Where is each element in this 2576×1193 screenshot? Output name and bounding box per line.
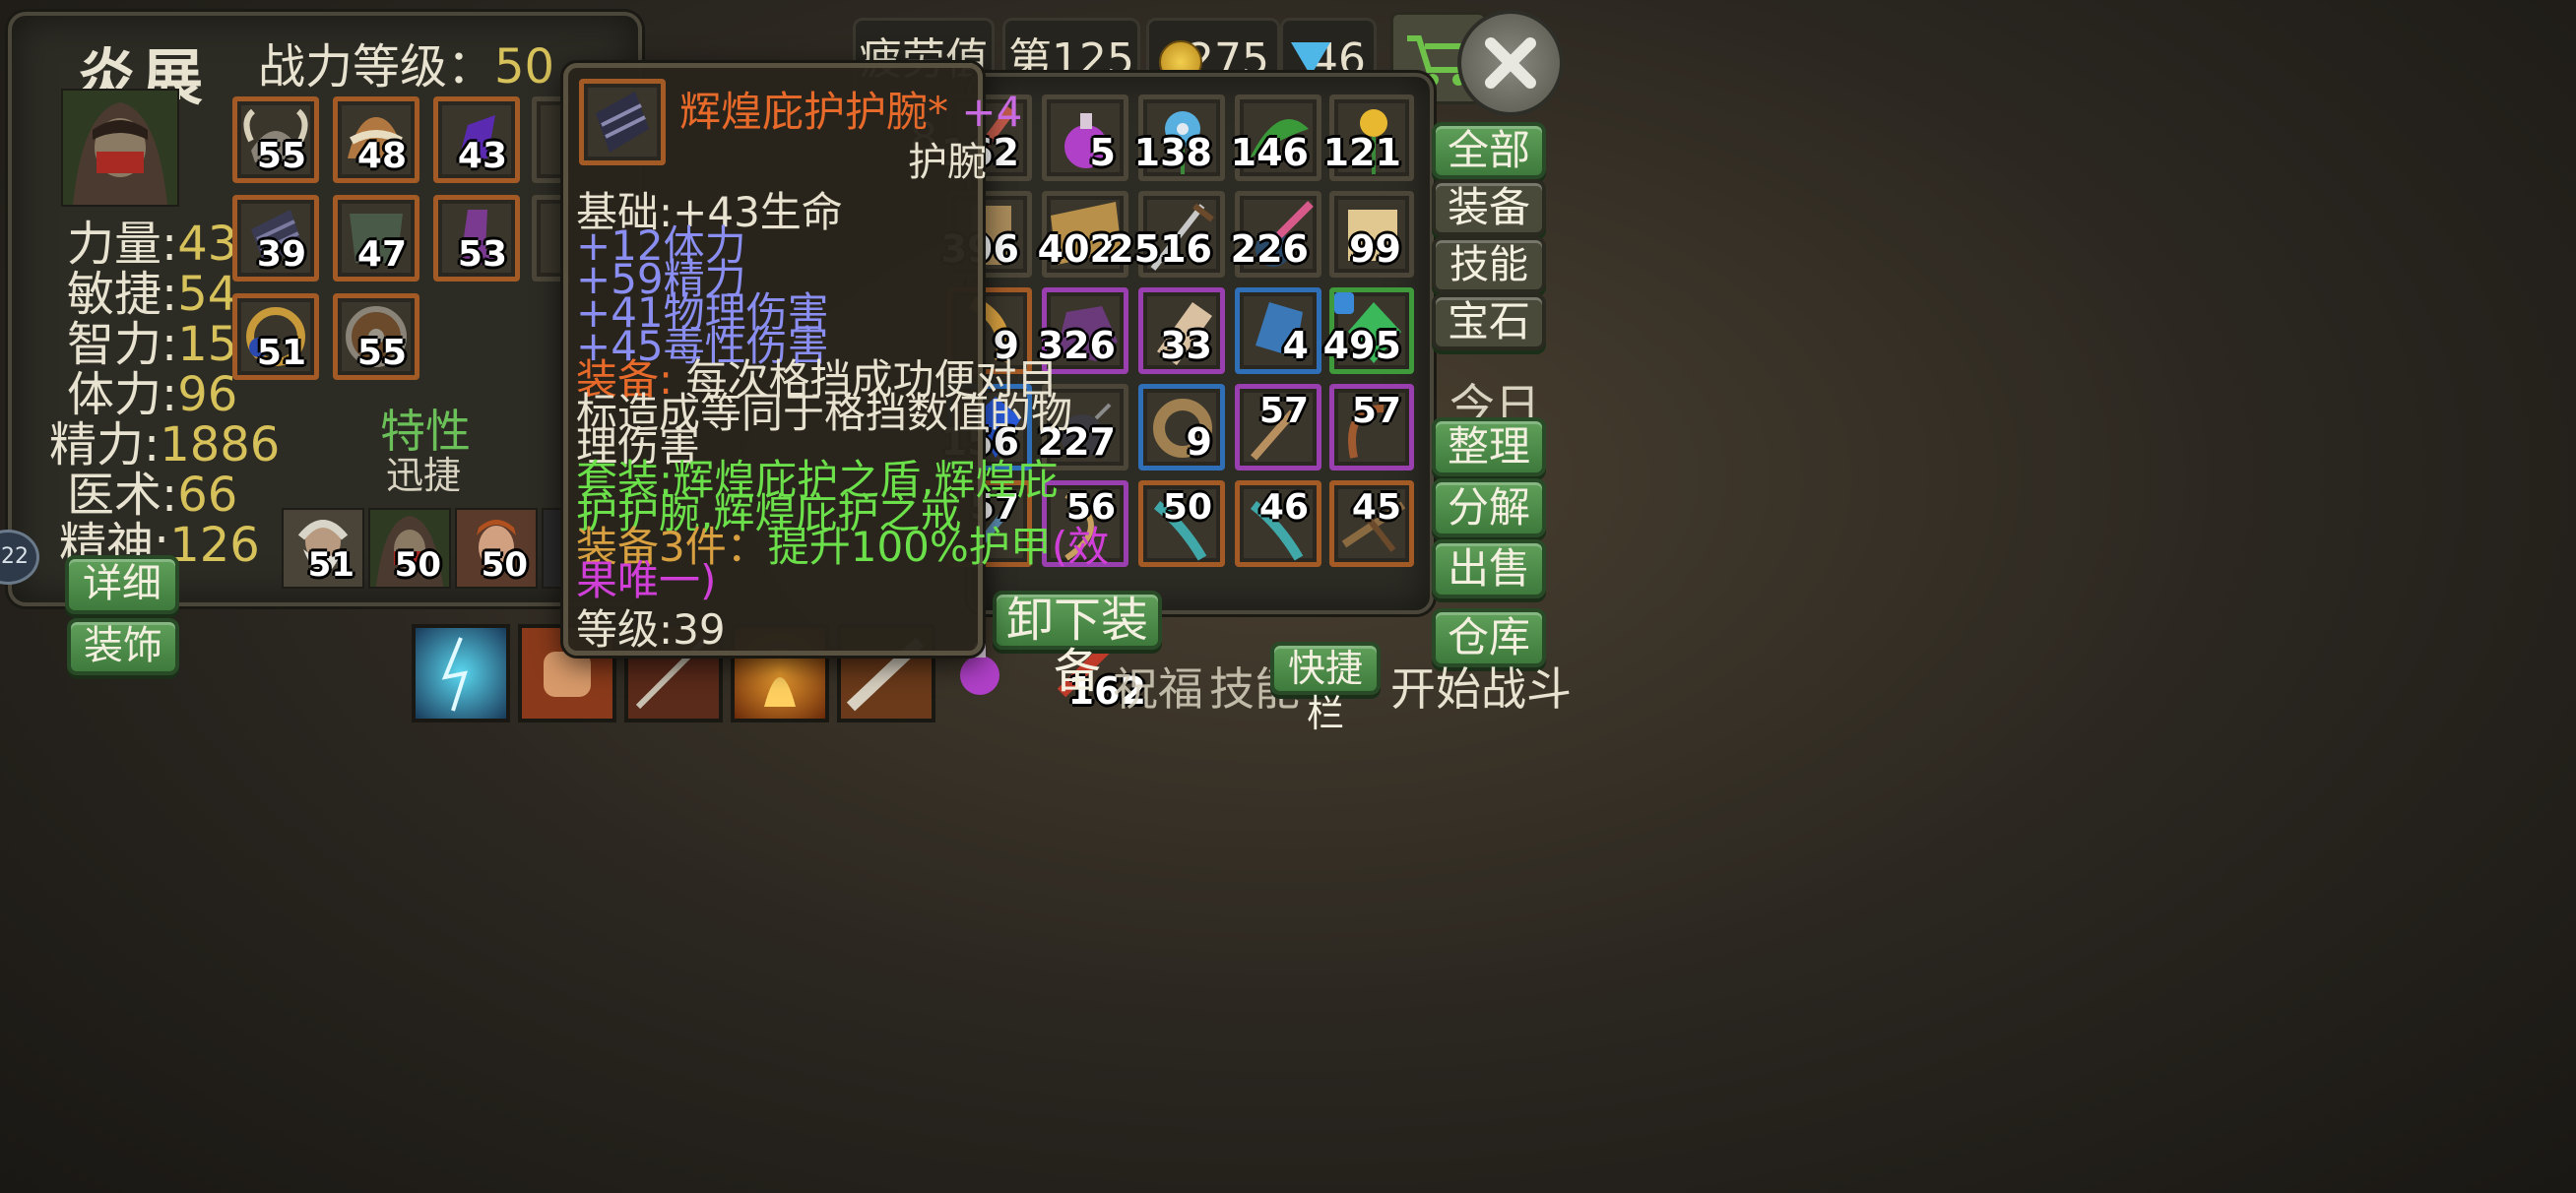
sort-button[interactable]: 整理 [1432, 417, 1546, 476]
disassemble-button[interactable]: 分解 [1432, 478, 1546, 537]
power-level-value: 50 [494, 39, 555, 94]
item-enhance-level: +4 [961, 88, 1023, 136]
filter-equipment-tab[interactable]: 装备 [1432, 179, 1546, 236]
filter-skillbook-tab[interactable]: 技能书 [1432, 236, 1546, 337]
tooltip-item-icon [579, 79, 666, 165]
equip-slot-legs[interactable]: 47 [333, 195, 419, 282]
inventory-item[interactable]: 33 [1138, 287, 1225, 374]
tooltip-level: 等级:39 [576, 605, 726, 654]
party-member-4[interactable] [542, 508, 565, 589]
detail-button[interactable]: 详细 [65, 555, 179, 614]
start-battle-label[interactable]: 开始战斗 [1390, 654, 1572, 719]
inventory-item[interactable]: 57 [1235, 384, 1321, 471]
diamond-icon [1291, 42, 1330, 76]
lightning-orb-icon [441, 637, 468, 712]
equip-slot-amulet[interactable]: 43 [433, 96, 520, 183]
close-button[interactable] [1457, 10, 1564, 116]
inventory-item[interactable]: 2516 [1108, 191, 1225, 278]
inventory-item[interactable]: 99 [1329, 191, 1414, 278]
inventory-item[interactable]: 4 [1235, 287, 1321, 374]
close-icon [1485, 37, 1536, 89]
equip-slot-shield[interactable]: 55 [333, 293, 419, 380]
equip-slot-ring[interactable]: 51 [232, 293, 319, 380]
inventory-item[interactable]: 45 [1329, 480, 1414, 567]
equip-slot-boots[interactable]: 53 [433, 195, 520, 282]
blessing-label[interactable]: 祝福 [1113, 654, 1203, 719]
inventory-item[interactable]: 138 [1134, 94, 1225, 181]
quickbar-button[interactable]: 快捷栏 [1270, 642, 1381, 735]
item-name-text: 辉煌庇护护腕* [679, 88, 949, 136]
lock-icon [1334, 292, 1354, 314]
character-portrait[interactable] [61, 89, 179, 207]
filter-all-tab[interactable]: 全部 [1432, 122, 1546, 179]
party-member-2[interactable]: 50 [368, 508, 451, 589]
inventory-item[interactable]: 5 [1042, 94, 1128, 181]
inventory-item[interactable]: 9 [1138, 384, 1225, 471]
inventory-item[interactable]: 46 [1235, 480, 1321, 567]
equip-slot-helmet[interactable]: 55 [232, 96, 319, 183]
power-level: 战力等级：50 [258, 28, 554, 96]
decoration-button[interactable]: 装饰 [67, 618, 179, 675]
skill-slot-lightning[interactable] [412, 624, 510, 722]
power-level-label: 战力等级： [258, 39, 495, 94]
equip-slot-bracer[interactable]: 39 [232, 195, 319, 282]
inventory-item[interactable]: 226 [1231, 191, 1321, 278]
tooltip-item-type: 护腕 [908, 140, 987, 185]
party-member-1[interactable]: 51 [282, 508, 364, 589]
sell-button[interactable]: 出售 [1432, 539, 1546, 598]
party-member-3[interactable]: 50 [455, 508, 538, 589]
bracer-icon [596, 92, 649, 153]
unequip-button[interactable]: 卸下装备 [993, 591, 1162, 697]
inventory-item[interactable]: 121 [1323, 94, 1414, 181]
equip-slot-armor[interactable]: 48 [333, 96, 419, 183]
hooded-figure-icon [73, 102, 167, 205]
inventory-item[interactable]: 57 [1329, 384, 1414, 471]
filter-gem-tab[interactable]: 宝石 [1432, 293, 1546, 350]
inventory-item[interactable]: 146 [1231, 94, 1321, 181]
inventory-item[interactable]: 495 [1323, 287, 1414, 374]
trait-value[interactable]: 迅捷 [386, 445, 461, 499]
inventory-item[interactable]: 50 [1138, 480, 1225, 567]
